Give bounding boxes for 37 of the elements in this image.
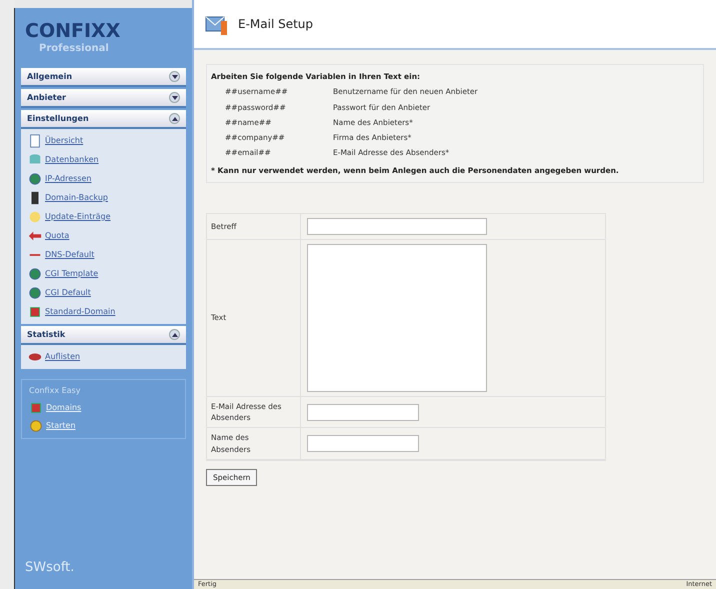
sidebar-section-header[interactable]: Einstellungen (21, 110, 186, 129)
globe-icon (28, 172, 42, 186)
sidebar-link[interactable]: DNS-Default (45, 249, 94, 261)
input-field[interactable] (307, 404, 419, 420)
sidebar-link[interactable]: Quota (45, 230, 70, 242)
text-area[interactable] (307, 244, 487, 392)
cube-icon (28, 305, 42, 319)
sidebar-link[interactable]: IP-Adressen (45, 173, 92, 185)
sidebar-link[interactable]: Übersicht (45, 135, 84, 147)
sidebar-section-header[interactable]: Allgemein (21, 68, 186, 87)
sidebar-section-header[interactable]: Anbieter (21, 89, 186, 108)
arrow-icon (28, 229, 42, 243)
page-icon (28, 134, 42, 148)
sidebar-link[interactable]: Domain-Backup (45, 192, 108, 204)
sidebar-link[interactable]: Datenbanken (45, 154, 99, 166)
footer-logo: SWsoft. (25, 558, 76, 576)
cube-icon (29, 401, 43, 415)
sidebar-link[interactable]: Standard-Domain (45, 306, 116, 318)
collapse-icon (169, 113, 180, 124)
sidebar-link[interactable]: Starten (46, 420, 76, 432)
sidebar-link[interactable]: Domains (46, 402, 82, 414)
page-title: E-Mail Setup (238, 16, 314, 33)
sidebar-section-header[interactable]: Statistik (21, 326, 186, 345)
collapse-icon (169, 329, 180, 340)
globe-icon (28, 267, 42, 281)
input-field[interactable] (307, 435, 419, 452)
expand-icon (169, 92, 180, 103)
sidebar-link[interactable]: CGI Default (45, 287, 91, 299)
sidebar-link[interactable]: CGI Template (45, 268, 98, 280)
logo-subtitle: Professional (39, 42, 109, 56)
logo: CONFIXX (25, 22, 120, 41)
globe-icon (28, 286, 42, 300)
input-field[interactable] (307, 218, 487, 235)
panel-title: Confixx Easy (29, 385, 82, 397)
sidebar-link[interactable]: Update-Einträge (45, 211, 111, 223)
sidebar-link[interactable]: Auflisten (45, 351, 80, 363)
expand-icon (169, 71, 180, 82)
